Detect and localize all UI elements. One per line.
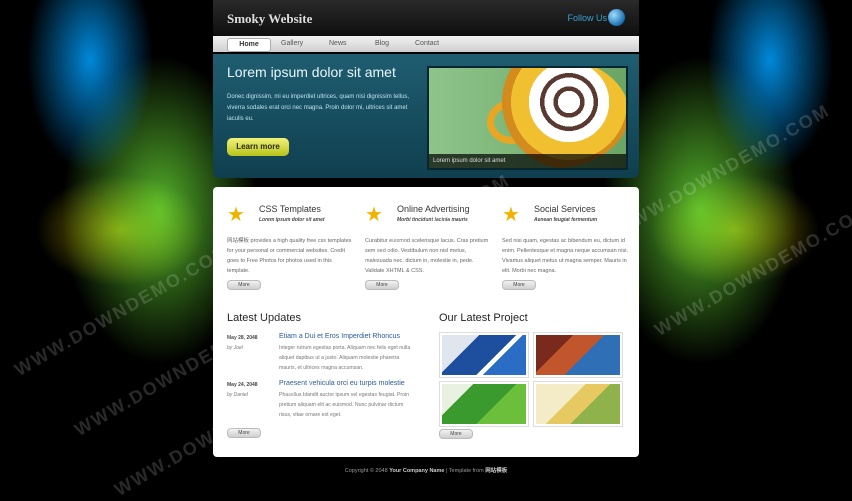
latest-updates-heading: Latest Updates	[227, 312, 301, 324]
more-button[interactable]: More	[439, 429, 473, 439]
nav-gallery[interactable]: Gallery	[281, 38, 303, 50]
coffee-cup-image	[479, 68, 626, 168]
project-thumbnail[interactable]	[533, 332, 623, 378]
globe-icon[interactable]	[608, 9, 625, 26]
feature-subtitle: Morbi tincidunt lacinia mauris	[397, 217, 468, 223]
footer-template-text: | Template from	[444, 468, 486, 474]
content-panel: ★ CSS Templates Lorem ipsum dolor sit am…	[213, 187, 639, 457]
main-nav: Home Gallery News Blog Contact	[213, 36, 639, 52]
nav-blog[interactable]: Blog	[375, 38, 389, 50]
photo-caption: Lorem ipsum dolor sit amet	[429, 154, 626, 168]
feature-title: Social Services	[534, 204, 596, 214]
nav-home[interactable]: Home	[227, 38, 271, 52]
update-body: Phasellus blandit auctor ipsum vel egest…	[279, 392, 410, 418]
template-source-link[interactable]: 网站模板	[485, 468, 507, 474]
star-icon: ★	[365, 204, 383, 226]
feature-text: Curabitur euismod scelerisque lacus. Cra…	[365, 238, 489, 274]
update-title-link[interactable]: Etiam a Dui et Eros Imperdiet Rhoncus	[279, 333, 400, 340]
company-name[interactable]: Your Company Name	[389, 468, 444, 474]
more-button[interactable]: More	[502, 280, 536, 290]
feature-title: Online Advertising	[397, 204, 470, 214]
feature-text: 网站模板 provides a high quality free css te…	[227, 238, 352, 274]
latest-project-heading: Our Latest Project	[439, 312, 528, 324]
footer-copyright: Copyright © 2048	[344, 468, 390, 474]
project-thumbnail[interactable]	[439, 332, 529, 378]
update-date: May 28, 2048	[227, 335, 258, 341]
project-thumbnail[interactable]	[439, 381, 529, 427]
nav-contact[interactable]: Contact	[415, 38, 439, 50]
more-button[interactable]: More	[365, 280, 399, 290]
hero-title: Lorem ipsum dolor sit amet	[227, 64, 396, 80]
top-header: Smoky Website Follow Us	[213, 0, 639, 36]
more-button[interactable]: More	[227, 280, 261, 290]
update-author: by Daniel	[227, 392, 248, 398]
feature-title: CSS Templates	[259, 204, 321, 214]
star-icon: ★	[502, 204, 520, 226]
update-body: Integer rutrum egestas porta. Aliquam ne…	[279, 345, 411, 371]
feature-subtitle: Lorem ipsum dolor sit amet	[259, 217, 325, 223]
project-thumbnail[interactable]	[533, 381, 623, 427]
footer: Copyright © 2048 Your Company Name | Tem…	[213, 466, 639, 474]
update-title-link[interactable]: Praesent vehicula orci eu turpis molesti…	[279, 380, 405, 387]
feature-subtitle: Aenean feugiat fermentum	[534, 217, 598, 223]
more-button[interactable]: More	[227, 428, 261, 438]
site-logo[interactable]: Smoky Website	[227, 11, 312, 27]
hero-text: Donec dignissim, mi eu imperdiet ultrice…	[227, 94, 410, 122]
feature-text: Sed nisi quam, egestas ac bibendum eu, d…	[502, 238, 628, 274]
follow-us-link[interactable]: Follow Us	[567, 13, 607, 23]
hero-banner: Lorem ipsum dolor sit amet Donec digniss…	[213, 54, 639, 178]
update-date: May 24, 2048	[227, 382, 258, 388]
star-icon: ★	[227, 204, 245, 226]
update-author: by Joel	[227, 345, 243, 351]
hero-photo: Lorem ipsum dolor sit amet	[427, 66, 628, 170]
learn-more-button[interactable]: Learn more	[227, 138, 289, 156]
nav-news[interactable]: News	[329, 38, 347, 50]
